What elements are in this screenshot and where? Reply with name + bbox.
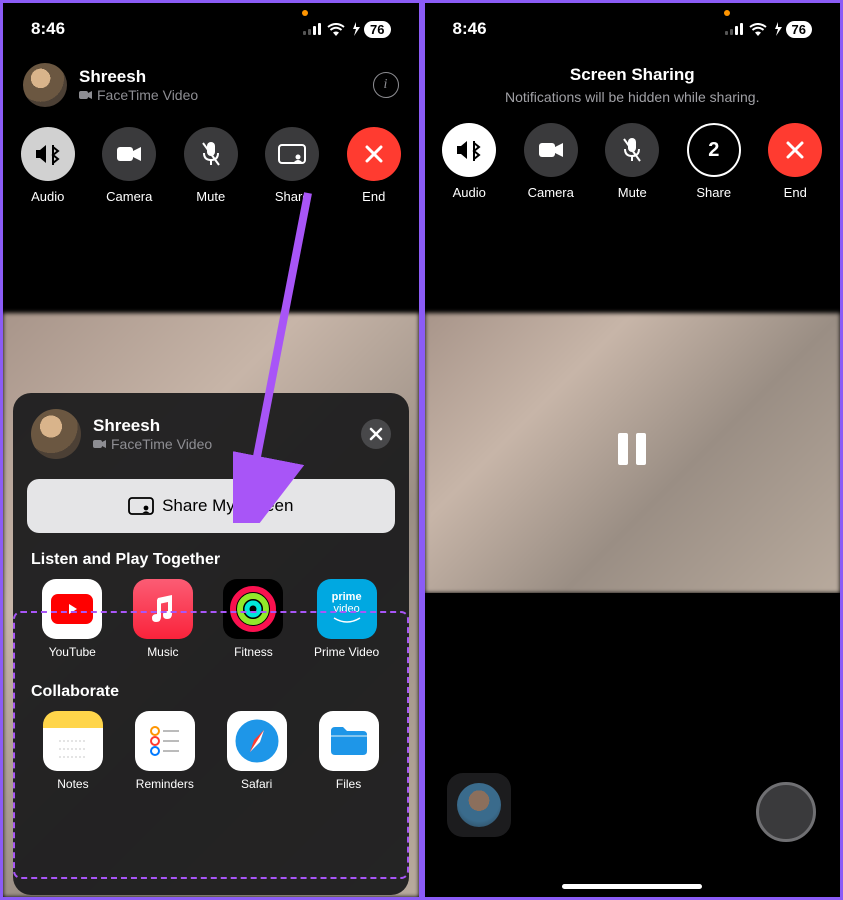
video-icon [93, 439, 107, 449]
end-button[interactable]: End [347, 127, 401, 204]
self-avatar [457, 783, 501, 827]
prime-video-icon: primevideo [317, 579, 377, 639]
app-music[interactable]: Music [133, 579, 193, 659]
close-icon [369, 427, 383, 441]
share-button[interactable]: 2 Share [687, 123, 741, 200]
status-bar: 8:46 76 [3, 3, 419, 55]
app-prime-video[interactable]: primevideo Prime Video [314, 579, 379, 659]
sheet-close-button[interactable] [361, 419, 391, 449]
capture-button[interactable] [756, 782, 816, 842]
sheet-name: Shreesh [93, 416, 212, 436]
cellular-icon [725, 23, 743, 35]
share-my-screen-label: Share My Screen [162, 496, 293, 516]
app-fitness[interactable]: Fitness [223, 579, 283, 659]
pause-icon [618, 433, 646, 465]
caller-header: Shreesh FaceTime Video i [3, 55, 419, 119]
shareplay-icon [278, 144, 306, 164]
mute-button[interactable]: Mute [184, 127, 238, 204]
files-icon [319, 711, 379, 771]
app-safari[interactable]: Safari [227, 711, 287, 791]
camera-button[interactable]: Camera [102, 127, 156, 204]
app-notes[interactable]: Notes [43, 711, 103, 791]
sheet-avatar [31, 409, 81, 459]
listen-section-title: Listen and Play Together [23, 533, 399, 579]
screen-sharing-subtitle: Notifications will be hidden while shari… [425, 89, 841, 105]
video-icon [79, 90, 93, 100]
call-controls: Audio Camera Mute 2 Share End [425, 115, 841, 214]
info-button[interactable]: i [373, 72, 399, 98]
camera-icon [538, 141, 564, 159]
call-controls: Audio Camera Mute Share End [3, 119, 419, 218]
notes-icon [43, 711, 103, 771]
battery-indicator: 76 [351, 21, 390, 38]
cellular-icon [303, 23, 321, 35]
pip-self-view[interactable] [447, 773, 511, 837]
screen-sharing-title: Screen Sharing [425, 65, 841, 85]
fitness-icon [223, 579, 283, 639]
music-icon [133, 579, 193, 639]
mic-off-icon [622, 137, 642, 163]
app-reminders[interactable]: Reminders [135, 711, 195, 791]
camera-icon [116, 145, 142, 163]
caller-avatar[interactable] [23, 63, 67, 107]
share-countdown-badge: 2 [687, 123, 741, 177]
shareplay-icon [128, 497, 154, 515]
status-time: 8:46 [453, 19, 487, 39]
status-time: 8:46 [31, 19, 65, 39]
screen-share-preview [425, 593, 841, 897]
audio-button[interactable]: Audio [21, 127, 75, 204]
phone-left: 8:46 76 Shreesh FaceTime Video i [0, 0, 422, 900]
app-files[interactable]: Files [319, 711, 379, 791]
caller-subtitle: FaceTime Video [79, 87, 198, 103]
mute-button[interactable]: Mute [605, 123, 659, 200]
phone-right: 8:46 76 Screen Sharing Notifications wil… [422, 0, 843, 900]
close-icon [364, 144, 384, 164]
sheet-subtitle: FaceTime Video [93, 436, 212, 452]
speaker-bluetooth-icon [455, 139, 483, 161]
status-bar: 8:46 76 [425, 3, 841, 55]
end-button[interactable]: End [768, 123, 822, 200]
mic-off-icon [201, 141, 221, 167]
close-icon [785, 140, 805, 160]
listen-apps-row: YouTube Music Fitness primevideo Prime [23, 579, 399, 665]
share-button[interactable]: Share [265, 127, 319, 204]
shareplay-sheet: Shreesh FaceTime Video Share My Screen L… [13, 393, 409, 895]
camera-button[interactable]: Camera [524, 123, 578, 200]
wifi-icon [749, 23, 767, 36]
screen-sharing-header: Screen Sharing Notifications will be hid… [425, 55, 841, 115]
reminders-icon [135, 711, 195, 771]
caller-name: Shreesh [79, 67, 198, 87]
recording-indicator-dot [724, 10, 730, 16]
app-youtube[interactable]: YouTube [42, 579, 102, 659]
wifi-icon [327, 23, 345, 36]
safari-icon [227, 711, 287, 771]
youtube-icon [51, 594, 93, 624]
speaker-bluetooth-icon [34, 143, 62, 165]
audio-button[interactable]: Audio [442, 123, 496, 200]
collab-apps-row: Notes Reminders Safari Files [23, 711, 399, 797]
home-indicator[interactable] [562, 884, 702, 889]
battery-indicator: 76 [773, 21, 812, 38]
share-my-screen-button[interactable]: Share My Screen [27, 479, 395, 533]
collab-section-title: Collaborate [23, 665, 399, 711]
